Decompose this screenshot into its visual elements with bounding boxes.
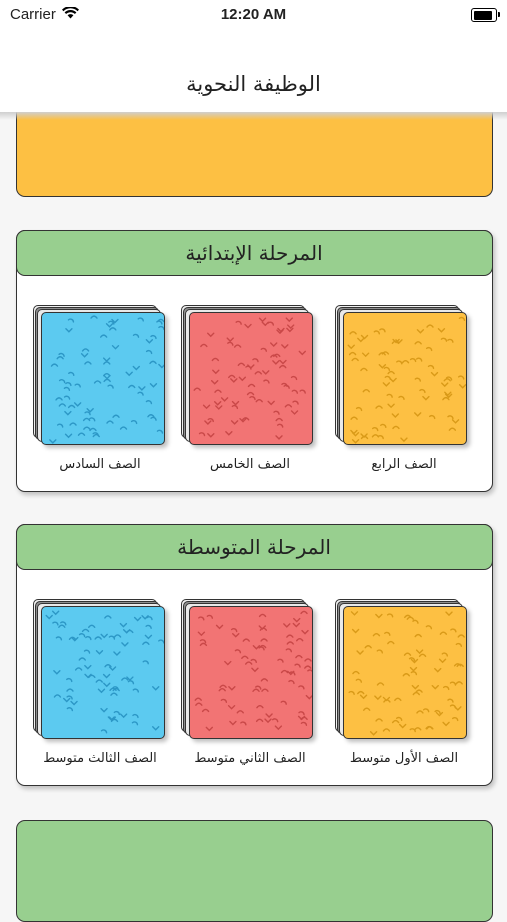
page-title: الوظيفة النحوية [186, 72, 321, 96]
cover-pattern [49, 315, 164, 444]
grade-label[interactable]: الصف الأول متوسط [329, 751, 479, 766]
grade-book-5[interactable] [181, 305, 313, 445]
green-banner-card[interactable] [16, 820, 493, 922]
book-cover[interactable] [41, 606, 165, 739]
cover-pattern [193, 317, 306, 440]
grade-book-8[interactable] [181, 599, 313, 739]
nav-shadow [0, 112, 507, 120]
status-bar: Carrier 12:20 AM [0, 0, 507, 30]
cover-pattern [45, 610, 164, 734]
section-header-elementary: المرحلة الإبتدائية [15, 229, 493, 276]
grade-book-6[interactable] [33, 305, 165, 445]
cover-pattern [348, 611, 465, 736]
section-card-intermediate: المرحلة المتوسطة الصف الأول متوسط الصف ا… [15, 523, 493, 786]
grade-label[interactable]: الصف الرابع [329, 457, 479, 472]
book-cover[interactable] [343, 606, 467, 739]
battery-icon [471, 8, 500, 22]
battery-fill [473, 10, 493, 20]
yellow-banner-card[interactable] [16, 112, 493, 197]
grade-label[interactable]: الصف السادس [25, 457, 175, 472]
section-header-intermediate: المرحلة المتوسطة [15, 523, 493, 570]
book-cover[interactable] [189, 312, 313, 445]
grade-label[interactable]: الصف الخامس [175, 457, 325, 472]
grade-book-9[interactable] [33, 599, 165, 739]
book-cover[interactable] [343, 312, 467, 445]
book-cover[interactable] [41, 312, 165, 445]
section-card-elementary: المرحلة الإبتدائية الصف الرابع الصف الخا… [15, 229, 493, 492]
status-time: 12:20 AM [220, 6, 287, 23]
book-cover[interactable] [189, 606, 313, 739]
cover-pattern [194, 610, 312, 732]
section-title: المرحلة المتوسطة [177, 534, 331, 559]
section-title: المرحلة الإبتدائية [185, 240, 323, 265]
grade-book-7[interactable] [335, 599, 467, 739]
grade-book-4[interactable] [335, 305, 467, 445]
cover-pattern [347, 316, 466, 444]
grade-label[interactable]: الصف الثالث متوسط [25, 751, 175, 766]
navigation-bar: الوظيفة النحوية [0, 30, 507, 112]
grade-label[interactable]: الصف الثاني متوسط [175, 751, 325, 766]
